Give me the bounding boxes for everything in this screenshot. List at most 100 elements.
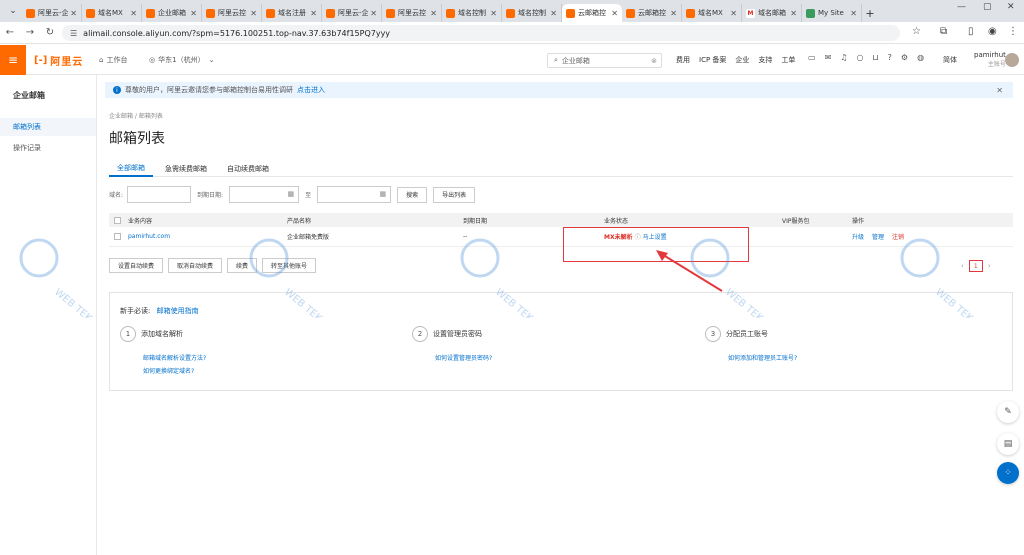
sidepanel-icon[interactable]: ▯ [968, 26, 974, 37]
bookmark-star-icon[interactable]: ☆ [912, 26, 921, 37]
region-selector[interactable]: ◎ 华东1（杭州） ⌄ [144, 53, 219, 67]
watermark: WEB TEK [244, 238, 354, 325]
browser-tab[interactable]: 阿里云控 ✕ [382, 4, 442, 22]
close-icon[interactable]: ✕ [996, 86, 1003, 95]
tab-auto-renew[interactable]: 自动续费邮箱 [219, 160, 277, 177]
avatar[interactable] [1005, 53, 1019, 67]
browser-tab[interactable]: 域名控制 ✕ [442, 4, 502, 22]
globe-icon[interactable]: ◍ [917, 53, 924, 62]
search-button[interactable]: 搜索 [397, 186, 428, 203]
aliyun-logo[interactable]: [-] 阿里云 [34, 53, 83, 68]
bulb-icon[interactable]: ○ [856, 53, 863, 62]
guide-link-password[interactable]: 如何设置管理员密码? [435, 353, 492, 362]
sidebar-title: 企业邮箱 [13, 91, 45, 100]
manage-link[interactable]: 管理 [872, 232, 884, 241]
minimize-icon[interactable]: — [957, 2, 966, 12]
sidebar-item-mailbox-list[interactable]: 邮箱列表 [0, 118, 96, 136]
browser-menu-icon[interactable]: ⋮ [1008, 26, 1018, 37]
upgrade-link[interactable]: 升级 [852, 232, 864, 241]
close-tab-icon[interactable]: ✕ [250, 9, 257, 18]
close-tab-icon[interactable]: ✕ [850, 9, 857, 18]
col-product: 产品名称 [287, 217, 312, 225]
apps-icon[interactable]: ⁘ [997, 462, 1019, 484]
cancel-auto-renew-button[interactable]: 取消自动续费 [168, 258, 223, 273]
bell-icon[interactable]: ♫ [840, 53, 847, 62]
domain-link[interactable]: pamirhut.com [128, 233, 170, 240]
help-icon[interactable]: ? [888, 53, 892, 62]
tab-urgent-renew[interactable]: 急需续费邮箱 [157, 160, 215, 177]
browser-tab[interactable]: 阿里云控 ✕ [202, 4, 262, 22]
edit-icon[interactable]: ✎ [997, 401, 1019, 423]
close-window-icon[interactable]: ✕ [1007, 2, 1015, 12]
profile-icon[interactable]: ◉ [988, 26, 997, 37]
settings-icon[interactable]: ⚙ [901, 53, 908, 62]
calendar-icon: ▦ [379, 190, 387, 198]
top-link[interactable]: 企业 [735, 55, 749, 65]
browser-tab[interactable]: 阿里云-企 ✕ [322, 4, 382, 22]
browser-tab[interactable]: 云邮箱控 ✕ [562, 4, 622, 22]
extensions-icon[interactable]: ⧉ [940, 26, 947, 37]
browser-tab[interactable]: 企业邮箱 ✕ [142, 4, 202, 22]
site-info-icon[interactable]: ☰ [70, 29, 77, 38]
message-icon[interactable]: ✉ [825, 53, 832, 62]
notice-link[interactable]: 点击进入 [297, 85, 325, 95]
tab-search-icon[interactable]: ⌄ [4, 2, 22, 20]
terminal-icon[interactable]: ▭ [808, 53, 816, 62]
close-tab-icon[interactable]: ✕ [730, 9, 737, 18]
new-tab-button[interactable]: + [862, 4, 878, 22]
clear-search-icon[interactable]: ⊗ [651, 57, 657, 65]
guide-title-text: 新手必读: [120, 307, 151, 315]
close-tab-icon[interactable]: ✕ [70, 9, 77, 18]
user-info[interactable]: pamirhut 主账号 [974, 51, 1006, 69]
close-tab-icon[interactable]: ✕ [550, 9, 557, 18]
close-tab-icon[interactable]: ✕ [670, 9, 677, 18]
back-icon[interactable]: ← [0, 27, 20, 38]
url-field[interactable]: ☰ alimail.console.aliyun.com/?spm=5176.1… [62, 25, 900, 41]
select-all-checkbox[interactable] [114, 216, 121, 224]
domain-input[interactable] [127, 186, 192, 203]
browser-tab[interactable]: 域名控制 ✕ [502, 4, 562, 22]
console-search-input[interactable]: ⌕ 企业邮箱 ⊗ [547, 53, 662, 68]
step-number: 3 [705, 326, 721, 342]
close-tab-icon[interactable]: ✕ [430, 9, 437, 18]
to-label: 至 [305, 192, 312, 199]
guide-link-domain[interactable]: 如何更换绑定域名? [143, 366, 194, 375]
chat-icon[interactable]: ▤ [997, 433, 1019, 455]
guide-link-accounts[interactable]: 如何添加和管理员工账号? [728, 353, 797, 362]
language-switch[interactable]: 简体 [943, 55, 957, 65]
guide-link[interactable]: 邮箱使用指南 [157, 307, 199, 315]
svg-text:WEB TEK: WEB TEK [933, 287, 975, 318]
guide-link-dns[interactable]: 邮箱域名解析设置方法? [143, 353, 206, 362]
end-date-input[interactable]: ▦ [317, 186, 392, 203]
browser-tab[interactable]: 云邮箱控 ✕ [622, 4, 682, 22]
close-tab-icon[interactable]: ✕ [310, 9, 317, 18]
browser-tab[interactable]: 域名MX ✕ [682, 4, 742, 22]
browser-tab[interactable]: 域名注册 ✕ [262, 4, 322, 22]
close-tab-icon[interactable]: ✕ [130, 9, 137, 18]
browser-tab[interactable]: M 域名邮箱 ✕ [742, 4, 802, 22]
tab-all[interactable]: 全部邮箱 [109, 160, 153, 177]
menu-icon[interactable]: ≡ [0, 45, 26, 75]
close-tab-icon[interactable]: ✕ [490, 9, 497, 18]
start-date-input[interactable]: ▦ [229, 186, 300, 203]
export-button[interactable]: 导出列表 [433, 186, 476, 203]
browser-tab[interactable]: My Site ✕ [802, 4, 862, 22]
cart-icon[interactable]: ⊔ [872, 53, 878, 62]
browser-tab[interactable]: 阿里云-企 ✕ [22, 4, 82, 22]
logo-text: 阿里云 [50, 57, 84, 68]
close-tab-icon[interactable]: ✕ [790, 9, 797, 18]
workbench-button[interactable]: ⌂ 工作台 [94, 53, 132, 67]
top-link[interactable]: ICP 备案 [699, 55, 726, 65]
close-tab-icon[interactable]: ✕ [370, 9, 377, 18]
close-tab-icon[interactable]: ✕ [611, 9, 618, 18]
top-link[interactable]: 工单 [781, 55, 795, 65]
mailbox-tabs: 全部邮箱 急需续费邮箱 自动续费邮箱 [109, 160, 1013, 177]
reload-icon[interactable]: ↻ [40, 27, 60, 38]
top-link[interactable]: 支持 [758, 55, 772, 65]
top-link[interactable]: 费用 [676, 55, 690, 65]
browser-tab[interactable]: 域名MX ✕ [82, 4, 142, 22]
sidebar-item-operation-log[interactable]: 操作记录 [0, 139, 96, 157]
maximize-icon[interactable]: ▢ [983, 2, 992, 12]
forward-icon[interactable]: → [20, 27, 40, 38]
close-tab-icon[interactable]: ✕ [190, 9, 197, 18]
